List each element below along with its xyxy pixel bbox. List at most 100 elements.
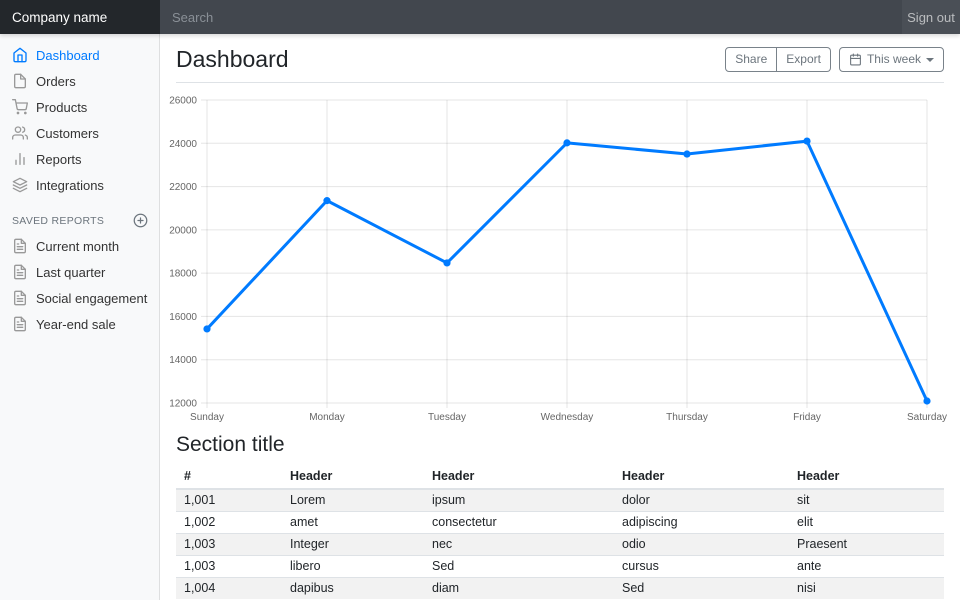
traffic-chart: 2600024000220002000018000160001400012000… xyxy=(176,91,944,421)
shopping-cart-icon xyxy=(12,99,28,115)
sidebar-item-label: Last quarter xyxy=(36,265,105,280)
svg-text:Tuesday: Tuesday xyxy=(428,412,466,423)
svg-text:20000: 20000 xyxy=(169,225,197,236)
sidebar-item-label: Year-end sale xyxy=(36,317,116,332)
sidebar-item-social-engagement[interactable]: Social engagement xyxy=(0,285,160,311)
column-header: Header xyxy=(789,465,944,489)
main-content: Dashboard Share Export This week 2600024… xyxy=(160,0,960,599)
file-text-icon xyxy=(12,238,28,254)
bar-chart-icon xyxy=(12,151,28,167)
svg-text:Saturday: Saturday xyxy=(907,412,947,423)
table-cell: libero xyxy=(282,556,424,578)
column-header: # xyxy=(176,465,282,489)
sidebar-item-dashboard[interactable]: Dashboard xyxy=(0,42,160,68)
sidebar-item-label: Products xyxy=(36,100,87,115)
table-header-row: # Header Header Header Header xyxy=(176,465,944,489)
svg-text:12000: 12000 xyxy=(169,399,197,410)
column-header: Header xyxy=(614,465,789,489)
table-cell: amet xyxy=(282,512,424,534)
svg-text:18000: 18000 xyxy=(169,269,197,280)
table-cell: Lorem xyxy=(282,489,424,512)
svg-text:24000: 24000 xyxy=(169,139,197,150)
sidebar-item-label: Dashboard xyxy=(36,48,100,63)
export-button[interactable]: Export xyxy=(777,47,831,72)
column-header: Header xyxy=(282,465,424,489)
svg-text:Wednesday: Wednesday xyxy=(541,412,594,423)
sidebar-item-reports[interactable]: Reports xyxy=(0,146,160,172)
sign-out-link[interactable]: Sign out xyxy=(902,0,960,34)
svg-text:Monday: Monday xyxy=(309,412,345,423)
svg-text:26000: 26000 xyxy=(169,96,197,107)
saved-reports-label: Saved reports xyxy=(12,215,104,227)
page-title: Dashboard xyxy=(176,46,289,73)
table-cell: dolor xyxy=(614,489,789,512)
table-cell: Integer xyxy=(282,534,424,556)
sidebar-item-last-quarter[interactable]: Last quarter xyxy=(0,259,160,285)
table-cell: sit xyxy=(789,489,944,512)
sidebar-item-label: Current month xyxy=(36,239,119,254)
data-table: # Header Header Header Header 1,001 Lore… xyxy=(176,465,944,599)
table-cell: Sed xyxy=(614,578,789,600)
sidebar: Dashboard Orders Products Customers Repo… xyxy=(0,34,160,600)
table-cell: nisi xyxy=(789,578,944,600)
sidebar-item-products[interactable]: Products xyxy=(0,94,160,120)
plus-circle-icon[interactable] xyxy=(133,213,148,228)
layers-icon xyxy=(12,177,28,193)
brand-link[interactable]: Company name xyxy=(0,0,160,34)
users-icon xyxy=(12,125,28,141)
calendar-icon xyxy=(849,53,862,66)
table-cell: nec xyxy=(424,534,614,556)
page-header: Dashboard Share Export This week xyxy=(176,34,944,83)
svg-text:Thursday: Thursday xyxy=(666,412,708,423)
table-row: 1,004 dapibus diam Sed nisi xyxy=(176,578,944,600)
search-input[interactable] xyxy=(160,0,902,34)
toolbar: Share Export This week xyxy=(725,47,944,72)
chevron-down-icon xyxy=(926,58,934,62)
table-cell: odio xyxy=(614,534,789,556)
table-cell: 1,001 xyxy=(176,489,282,512)
sidebar-item-label: Social engagement xyxy=(36,291,147,306)
svg-text:Friday: Friday xyxy=(793,412,821,423)
table-cell: adipiscing xyxy=(614,512,789,534)
file-text-icon xyxy=(12,290,28,306)
file-icon xyxy=(12,73,28,89)
home-icon xyxy=(12,47,28,63)
svg-text:Sunday: Sunday xyxy=(190,412,224,423)
file-text-icon xyxy=(12,316,28,332)
table-row: 1,001 Lorem ipsum dolor sit xyxy=(176,489,944,512)
column-header: Header xyxy=(424,465,614,489)
table-row: 1,003 Integer nec odio Praesent xyxy=(176,534,944,556)
section-title: Section title xyxy=(176,433,944,457)
file-text-icon xyxy=(12,264,28,280)
svg-text:22000: 22000 xyxy=(169,182,197,193)
table-cell: 1,002 xyxy=(176,512,282,534)
sidebar-item-orders[interactable]: Orders xyxy=(0,68,160,94)
table-cell: diam xyxy=(424,578,614,600)
sidebar-item-year-end-sale[interactable]: Year-end sale xyxy=(0,311,160,337)
table-cell: Sed xyxy=(424,556,614,578)
share-button[interactable]: Share xyxy=(725,47,777,72)
saved-reports-heading: Saved reports xyxy=(0,198,160,233)
sidebar-item-label: Reports xyxy=(36,152,82,167)
share-export-group: Share Export xyxy=(725,47,831,72)
table-row: 1,002 amet consectetur adipiscing elit xyxy=(176,512,944,534)
top-navbar: Company name Sign out xyxy=(0,0,960,34)
table-cell: ante xyxy=(789,556,944,578)
table-row: 1,003 libero Sed cursus ante xyxy=(176,556,944,578)
table-cell: dapibus xyxy=(282,578,424,600)
line-chart-svg: 2600024000220002000018000160001400012000… xyxy=(176,91,948,421)
sidebar-item-customers[interactable]: Customers xyxy=(0,120,160,146)
sidebar-item-label: Customers xyxy=(36,126,99,141)
table-cell: 1,004 xyxy=(176,578,282,600)
svg-text:16000: 16000 xyxy=(169,312,197,323)
sidebar-item-label: Integrations xyxy=(36,178,104,193)
sidebar-item-integrations[interactable]: Integrations xyxy=(0,172,160,198)
period-dropdown-button[interactable]: This week xyxy=(839,47,944,72)
table-cell: Praesent xyxy=(789,534,944,556)
sidebar-item-current-month[interactable]: Current month xyxy=(0,233,160,259)
sidebar-item-label: Orders xyxy=(36,74,76,89)
table-cell: 1,003 xyxy=(176,556,282,578)
table-cell: elit xyxy=(789,512,944,534)
table-cell: consectetur xyxy=(424,512,614,534)
table-cell: ipsum xyxy=(424,489,614,512)
